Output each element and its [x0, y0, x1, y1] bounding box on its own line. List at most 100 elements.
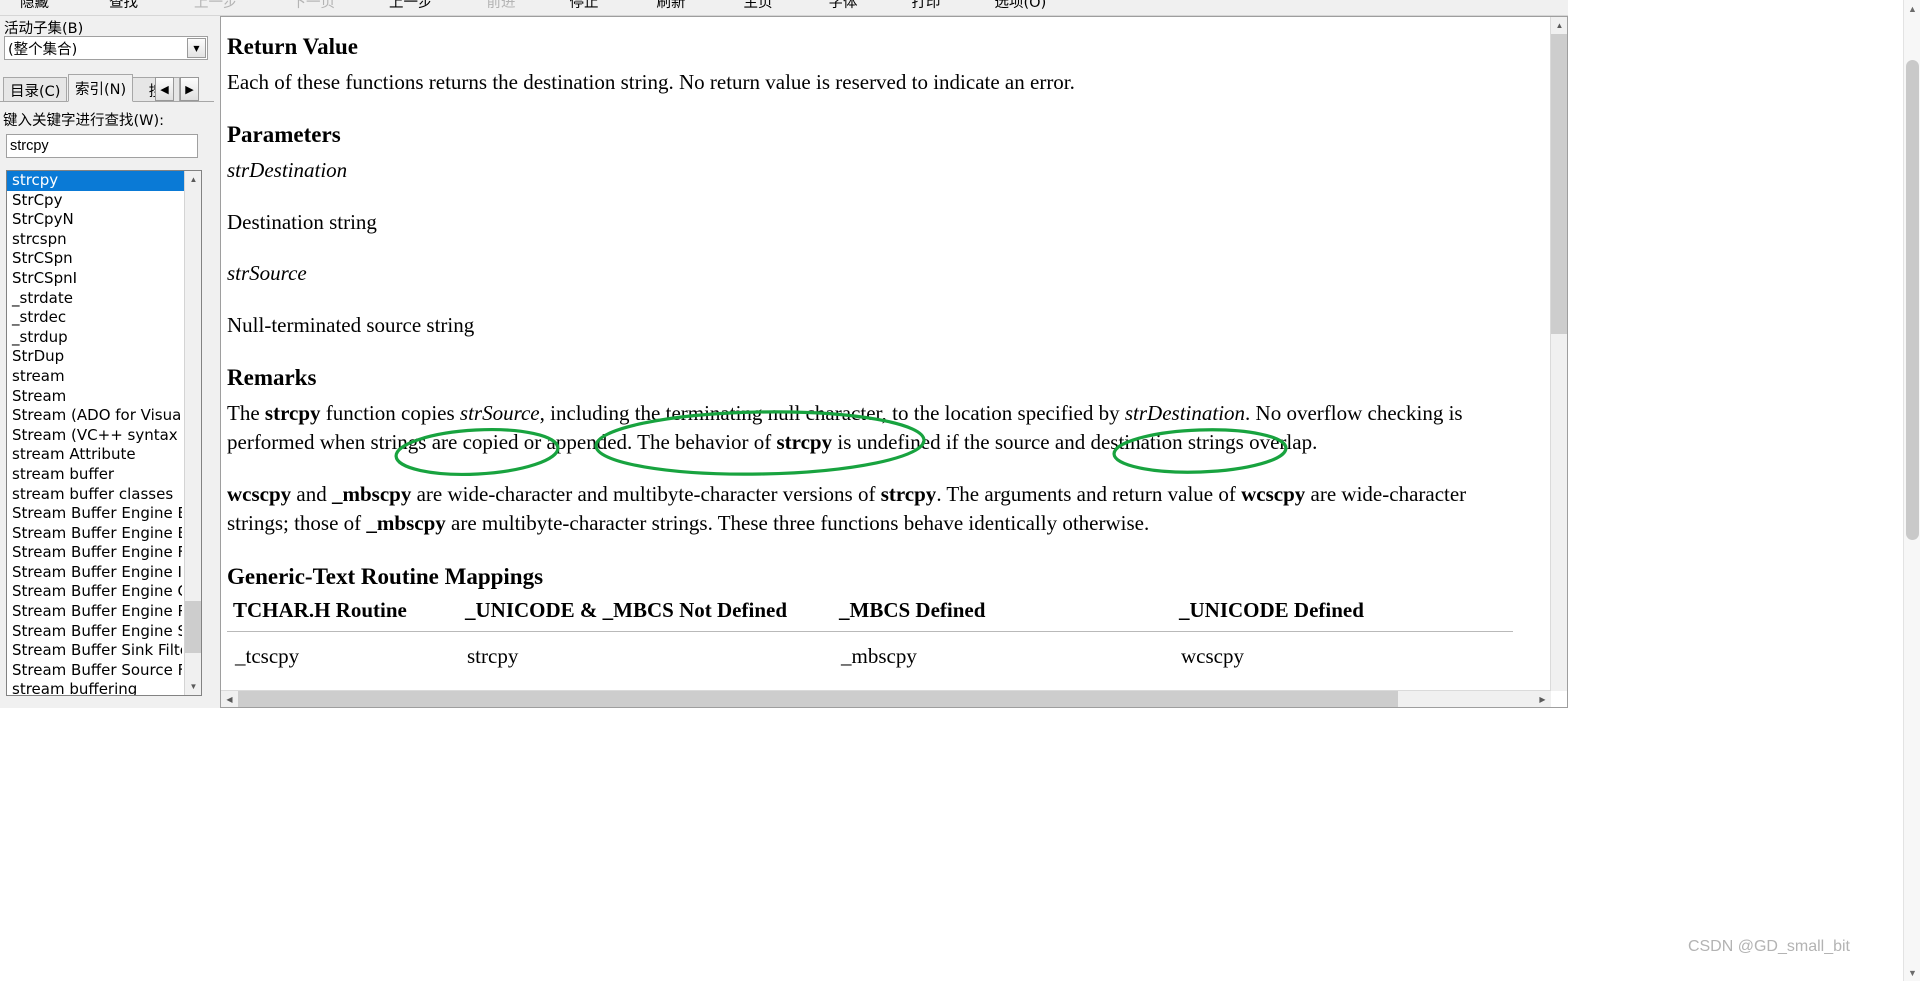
paragraph-remarks-2: wcscpy and _mbscpy are wide-character an… [227, 480, 1533, 539]
heading-remarks: Remarks [227, 365, 317, 391]
index-list-scrollbar[interactable]: ▲ ▼ [184, 171, 201, 695]
index-list-item[interactable]: Stream Buffer Engine St [10, 622, 182, 642]
remarks1-seg6: is undefined if the source and destinati… [832, 430, 1318, 455]
index-list-item[interactable]: stream buffer [10, 465, 182, 485]
index-list-item[interactable]: _strdup [10, 328, 182, 348]
content-scroll-up-icon[interactable]: ▲ [1551, 17, 1567, 34]
remarks2-seg5: are multibyte-character strings. These t… [445, 511, 1150, 536]
toolbar-button-hide[interactable]: 隐藏 [14, 0, 55, 16]
index-list-item[interactable]: strcspn [10, 230, 182, 250]
index-list-item[interactable]: stream [10, 367, 182, 387]
index-list-item[interactable]: StrDup [10, 347, 182, 367]
table-header-row: TCHAR.H Routine _UNICODE & _MBCS Not Def… [227, 597, 1513, 632]
index-keyword-list[interactable]: strcpy StrCpy StrCpyN strcspn StrCSpn StrCSpn… [6, 170, 202, 696]
active-subset-label: 活动子集(B) [4, 21, 84, 37]
index-list-item[interactable]: Stream Buffer Source Fi [10, 661, 182, 681]
remarks2-bold1: wcscpy [227, 481, 292, 506]
index-list-item[interactable]: Stream Buffer Engine Er [10, 504, 182, 524]
toolbar-button-stop[interactable]: 停止 [564, 0, 605, 16]
table-header-tchar-routine: TCHAR.H Routine [227, 597, 459, 632]
toolbar-button-print[interactable]: 打印 [906, 0, 947, 16]
content-horizontal-scrollbar[interactable]: ◀ ▶ [221, 690, 1551, 707]
csdn-watermark: CSDN @GD_small_bit [1687, 938, 1850, 955]
tab-contents[interactable]: 目录(C) [3, 77, 68, 102]
chevron-right-icon[interactable]: ▶ [180, 77, 199, 101]
content-scroll-right-icon[interactable]: ▶ [1534, 691, 1551, 707]
table-row: _tcscpy strcpy _mbscpy wcscpy [227, 631, 1513, 669]
index-scroll-thumb[interactable] [185, 601, 201, 653]
index-list-item[interactable]: _strdate [10, 289, 182, 309]
chevron-left-icon[interactable]: ◀ [155, 77, 174, 101]
page-vertical-scroll-thumb[interactable] [1906, 60, 1919, 540]
index-list-item[interactable]: StrCpy [10, 191, 182, 211]
content-horizontal-scroll-thumb[interactable] [238, 691, 1398, 707]
cell-not-defined: strcpy [467, 643, 519, 668]
table-header-mbcs-defined: _MBCS Defined [833, 597, 1173, 632]
generic-text-routine-mappings-table: TCHAR.H Routine _UNICODE & _MBCS Not Def… [227, 597, 1513, 669]
content-pane: Return Value Each of these functions ret… [220, 16, 1568, 708]
navigation-tabstrip: 目录(C) 索引(N) 搜 ◀ ▶ [0, 74, 214, 102]
table-header-not-defined: _UNICODE & _MBCS Not Defined [459, 597, 833, 632]
index-list-item[interactable]: Stream Buffer Engine Ev [10, 524, 182, 544]
index-list-item[interactable]: Stream Buffer Sink Filte [10, 641, 182, 661]
param-name-strsource: strSource [227, 261, 307, 286]
index-list-item[interactable]: strcpy [7, 171, 185, 191]
page-scroll-up-icon[interactable]: ▲ [1904, 0, 1920, 17]
index-list-item[interactable]: StrCSpnI [10, 269, 182, 289]
toolbar-button-font[interactable]: 字体 [823, 0, 864, 16]
index-list-item[interactable]: Stream Buffer Engine Fi [10, 543, 182, 563]
index-scroll-down-icon[interactable]: ▼ [185, 678, 201, 695]
paragraph-remarks-1: The strcpy function copies strSource, in… [227, 399, 1533, 458]
html-help-window: 隐藏 查找 上一步 下一页 上一步 前进 停止 刷新 主页 字体 打印 选项(O… [0, 0, 1568, 708]
toolbar-button-back-2[interactable]: 上一步 [383, 0, 439, 16]
page-scroll-down-icon[interactable]: ▼ [1904, 964, 1920, 981]
index-list-item[interactable]: StrCSpn [10, 249, 182, 269]
keyword-search-input[interactable] [6, 134, 198, 158]
heading-generic-text-routine-mappings: Generic-Text Routine Mappings [227, 563, 544, 589]
param-desc-strsource: Null-terminated source string [227, 312, 475, 337]
tab-index[interactable]: 索引(N) [68, 74, 134, 102]
index-scroll-up-icon[interactable]: ▲ [185, 171, 201, 188]
remarks2-bold5: _mbscpy [366, 511, 446, 536]
remarks1-circled1: copies [401, 401, 460, 426]
remarks1-bold2: strcpy [776, 430, 833, 455]
remarks1-bold1: strcpy [264, 401, 321, 426]
content-vertical-scrollbar[interactable]: ▲ [1550, 17, 1567, 691]
remarks2-seg2: are wide-character and multibyte-charact… [411, 481, 881, 506]
remarks2-bold2: _mbscpy [332, 481, 412, 506]
toolbar-button-home[interactable]: 主页 [738, 0, 779, 16]
index-list-item[interactable]: _strdec [10, 308, 182, 328]
index-list-item[interactable]: StrCpyN [10, 210, 182, 230]
content-vertical-scroll-thumb[interactable] [1551, 34, 1567, 334]
cell-mbcs-defined: _mbscpy [841, 643, 917, 668]
active-subset-dropdown[interactable]: (整个集合) ▼ [4, 36, 208, 60]
remarks2-bold4: wcscpy [1241, 481, 1306, 506]
cell-tchar-routine: _tcscpy [235, 643, 300, 668]
index-list-item[interactable]: Stream (VC++ syntax in [10, 426, 182, 446]
index-list-item[interactable]: stream buffering [10, 680, 182, 695]
page-vertical-scrollbar[interactable]: ▲ ▼ [1903, 0, 1920, 981]
remarks2-seg1: and [291, 481, 332, 506]
content-scroll-left-icon[interactable]: ◀ [221, 691, 238, 707]
index-list-item[interactable]: Stream [10, 387, 182, 407]
navigation-panel: 活动子集(B) (整个集合) ▼ 目录(C) 索引(N) 搜 ◀ ▶ 键入关键字… [0, 16, 214, 708]
toolbar: 隐藏 查找 上一步 下一页 上一步 前进 停止 刷新 主页 字体 打印 选项(O… [0, 0, 1568, 16]
toolbar-button-forward: 前进 [486, 0, 516, 11]
remarks1-italic2: strDestination [1124, 401, 1246, 426]
paragraph-return-value: Each of these functions returns the dest… [227, 70, 1075, 95]
remarks1-seg3: , including the terminating null charact… [539, 401, 882, 426]
index-list-item[interactable]: Stream Buffer Engine In [10, 563, 182, 583]
toolbar-button-options[interactable]: 选项(O) [989, 0, 1053, 16]
toolbar-button-next-page: 下一页 [291, 0, 336, 11]
index-list-item[interactable]: Stream Buffer Engine O [10, 582, 182, 602]
index-list-item[interactable]: stream Attribute [10, 445, 182, 465]
index-list-items: strcpy StrCpy StrCpyN strcspn StrCSpn StrCSpn… [7, 171, 185, 695]
chevron-down-icon[interactable]: ▼ [187, 38, 206, 58]
remarks2-bold3: strcpy [880, 481, 937, 506]
param-name-strdestination: strDestination [227, 158, 348, 183]
index-list-item[interactable]: Stream (ADO for Visual [10, 406, 182, 426]
index-list-item[interactable]: Stream Buffer Engine Re [10, 602, 182, 622]
toolbar-button-refresh[interactable]: 刷新 [651, 0, 692, 16]
index-list-item[interactable]: stream buffer classes [10, 485, 182, 505]
toolbar-button-find[interactable]: 查找 [103, 0, 144, 16]
